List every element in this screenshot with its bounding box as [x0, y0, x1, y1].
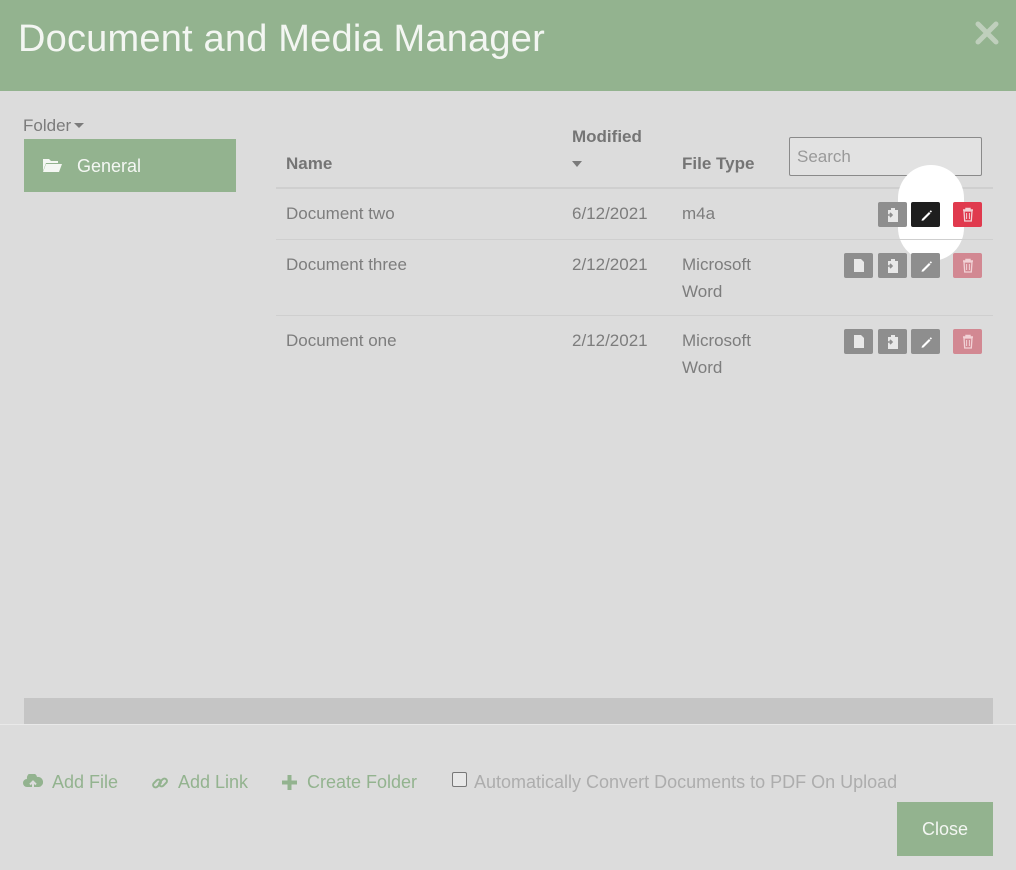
document-icon [853, 259, 864, 272]
dialog-header: Document and Media Manager [0, 0, 1016, 91]
edit-document-button[interactable] [911, 329, 940, 354]
cloud-upload-icon [23, 774, 43, 790]
document-modified: 6/12/2021 [572, 204, 648, 223]
delete-document-button[interactable] [953, 202, 982, 227]
horizontal-scrollbar[interactable] [24, 698, 993, 724]
edit-document-button[interactable] [911, 253, 940, 278]
table-row: Document one 2/12/2021 Microsoft Word [276, 317, 993, 392]
create-folder-button[interactable]: Create Folder [281, 772, 417, 793]
document-file-type: Microsoft Word [682, 327, 751, 381]
dialog-title: Document and Media Manager [18, 18, 545, 60]
document-icon [853, 335, 864, 348]
auto-convert-checkbox[interactable] [452, 772, 467, 787]
link-icon [152, 777, 168, 788]
sort-descending-icon[interactable] [572, 161, 582, 167]
delete-document-button[interactable] [953, 253, 982, 278]
document-modified: 2/12/2021 [572, 331, 648, 350]
file-type-text: Microsoft [682, 331, 751, 350]
folder-item-general[interactable]: General [24, 139, 236, 192]
column-header-file-type[interactable]: File Type [682, 154, 754, 174]
edit-document-button[interactable] [911, 202, 940, 227]
document-file-type: Microsoft Word [682, 251, 751, 305]
clipboard-icon [885, 258, 898, 273]
add-link-label: Add Link [178, 772, 249, 792]
move-document-button[interactable] [878, 253, 907, 278]
pencil-icon [921, 336, 932, 348]
document-file-type: m4a [682, 200, 715, 227]
plus-icon [282, 775, 297, 790]
row-divider [276, 239, 993, 240]
move-document-button[interactable] [878, 202, 907, 227]
auto-convert-label: Automatically Convert Documents to PDF O… [474, 772, 898, 792]
footer-divider [0, 724, 1016, 725]
document-name: Document three [286, 255, 407, 274]
folder-open-icon [42, 157, 62, 178]
table-row: Document two 6/12/2021 m4a [276, 190, 993, 240]
file-type-text: Word [682, 282, 723, 301]
document-name: Document two [286, 204, 395, 223]
clipboard-icon [885, 334, 898, 349]
column-header-name[interactable]: Name [286, 154, 332, 174]
add-file-button[interactable]: Add File [23, 772, 118, 793]
trash-icon [962, 207, 973, 222]
table-row: Document three 2/12/2021 Microsoft Word [276, 241, 993, 316]
pencil-icon [921, 260, 932, 272]
view-document-button[interactable] [844, 329, 873, 354]
create-folder-label: Create Folder [307, 772, 418, 792]
move-document-button[interactable] [878, 329, 907, 354]
folder-item-label: General [77, 156, 142, 176]
pencil-icon [921, 209, 932, 221]
column-header-modified[interactable]: Modified [572, 127, 642, 147]
file-type-text: m4a [682, 204, 716, 223]
trash-icon [962, 258, 973, 273]
table-header-divider [276, 187, 993, 189]
view-document-button[interactable] [844, 253, 873, 278]
add-link-button[interactable]: Add Link [151, 772, 248, 793]
document-name: Document one [286, 331, 397, 350]
file-type-text: Word [682, 358, 723, 377]
folder-dropdown[interactable]: Folder [23, 116, 85, 136]
search-input[interactable] [789, 137, 982, 176]
document-modified: 2/12/2021 [572, 255, 648, 274]
close-button[interactable]: Close [897, 802, 993, 856]
file-type-text: Microsoft [682, 255, 751, 274]
caret-down-icon [74, 122, 85, 128]
folder-dropdown-label: Folder [23, 116, 72, 135]
delete-document-button[interactable] [953, 329, 982, 354]
trash-icon [962, 334, 973, 349]
clipboard-icon [885, 207, 898, 222]
add-file-label: Add File [52, 772, 119, 792]
row-divider [276, 315, 993, 316]
close-icon[interactable] [974, 20, 1000, 46]
